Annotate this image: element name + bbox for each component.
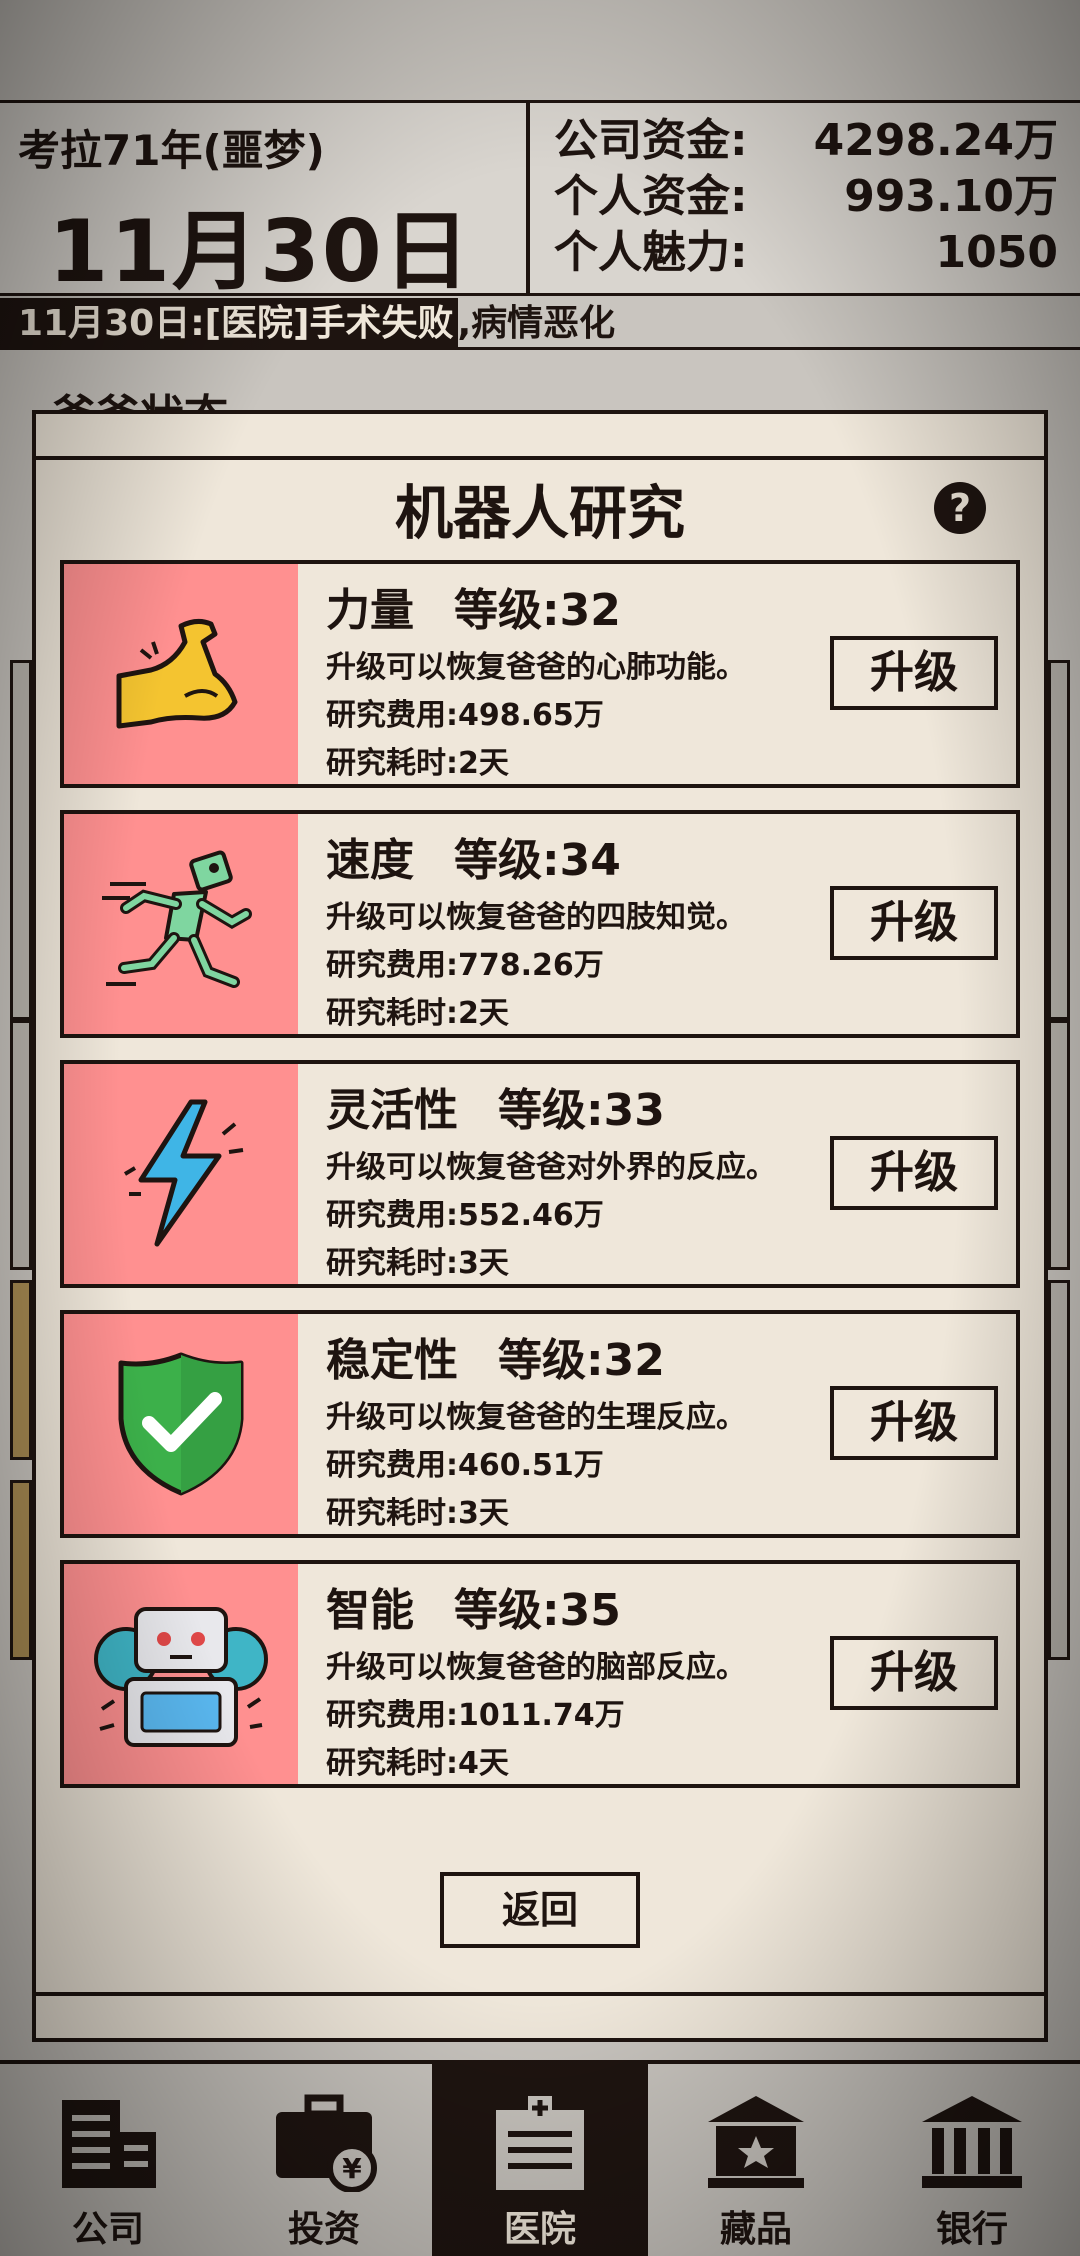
item-name: 稳定性 [326, 1335, 458, 1386]
personal-funds: 个人资金: 993.10万 [536, 169, 1066, 225]
hospital-icon [496, 2096, 584, 2190]
item-name: 灵活性 [326, 1085, 458, 1136]
item-level: 等级:33 [498, 1085, 665, 1136]
stat-label: 个人资金: [554, 171, 748, 222]
stat-value: 1050 [935, 227, 1058, 278]
news-highlight: 11月30日:[医院]手术失败 [0, 298, 458, 350]
item-level: 等级:32 [498, 1335, 665, 1386]
item-duration: 研究耗时:3天 [326, 1246, 509, 1281]
nav-label: 藏品 [719, 2209, 792, 2250]
dialog-title: 机器人研究 [394, 479, 685, 547]
research-item-speed: 速度 等级:34 升级可以恢复爸爸的四肢知觉。 研究费用:778.26万 研究耗时… [60, 810, 1020, 1038]
news-ticker: 11月30日:[医院]手术失败 ,病情恶化 [0, 298, 1080, 350]
bank-icon [922, 2096, 1022, 2188]
underlay-panel [10, 1280, 32, 1460]
nav-item-hospital[interactable]: 医院 [432, 2064, 648, 2256]
bottom-nav: 公司 ¥ 投资 医院 藏品 银行 [0, 2060, 1080, 2256]
shield-check-icon [118, 1352, 244, 1496]
upgrade-button[interactable]: 升级 [830, 1386, 998, 1460]
robot-gear-icon [94, 1607, 268, 1747]
research-item-agility: 灵活性 等级:33 升级可以恢复爸爸对外界的反应。 研究费用:552.46万 研究… [60, 1060, 1020, 1288]
upgrade-button[interactable]: 升级 [830, 1136, 998, 1210]
item-cost: 研究费用:552.46万 [326, 1198, 604, 1233]
underlay-panel [10, 1020, 32, 1270]
item-title: 稳定性 等级:32 [326, 1324, 665, 1388]
nav-label: 医院 [503, 2209, 576, 2250]
briefcase-yen-icon: ¥ [276, 2094, 377, 2192]
stat-label: 个人魅力: [554, 227, 748, 278]
underlay-panel [1048, 1280, 1070, 1660]
nav-label: 投资 [287, 2209, 360, 2250]
item-level: 等级:32 [454, 585, 621, 636]
company-building-icon [62, 2100, 156, 2188]
nav-item-bank[interactable]: 银行 [864, 2064, 1080, 2256]
item-icon-box [64, 564, 298, 784]
item-name: 智能 [326, 1585, 414, 1636]
upgrade-button[interactable]: 升级 [830, 886, 998, 960]
nav-item-invest[interactable]: ¥ 投资 [216, 2064, 432, 2256]
nav-item-company[interactable]: 公司 [0, 2064, 216, 2256]
item-icon-box [64, 1064, 298, 1284]
item-cost: 研究费用:498.65万 [326, 698, 604, 733]
research-item-intelligence: 智能 等级:35 升级可以恢复爸爸的脑部反应。 研究费用:1011.74万 研究耗… [60, 1560, 1020, 1788]
underlay-panel [10, 660, 32, 1020]
era-label: 考拉71年(噩梦) [18, 126, 325, 175]
item-icon-box [64, 1314, 298, 1534]
help-icon[interactable]: ? [934, 482, 986, 534]
item-level: 等级:35 [454, 1585, 621, 1636]
news-rest: ,病情恶化 [457, 303, 616, 344]
nav-item-collection[interactable]: 藏品 [648, 2064, 864, 2256]
current-date: 11月30日 [48, 202, 472, 302]
upgrade-button[interactable]: 升级 [830, 636, 998, 710]
personal-charm: 个人魅力: 1050 [536, 225, 1066, 281]
upgrade-button[interactable]: 升级 [830, 1636, 998, 1710]
underlay-panel [10, 1480, 32, 1660]
item-cost: 研究费用:460.51万 [326, 1448, 604, 1483]
lightning-icon [123, 1099, 244, 1247]
item-title: 灵活性 等级:33 [326, 1074, 665, 1138]
stat-label: 公司资金: [554, 115, 748, 166]
item-title: 速度 等级:34 [326, 824, 621, 888]
item-description: 升级可以恢复爸爸对外界的反应。 [326, 1150, 776, 1185]
item-cost: 研究费用:1011.74万 [326, 1698, 625, 1733]
item-name: 力量 [326, 585, 414, 636]
item-description: 升级可以恢复爸爸的脑部反应。 [326, 1650, 746, 1685]
item-title: 智能 等级:35 [326, 1574, 621, 1638]
item-duration: 研究耗时:2天 [326, 746, 509, 781]
item-icon-box [64, 814, 298, 1034]
stat-value: 993.10万 [844, 171, 1058, 222]
item-title: 力量 等级:32 [326, 574, 621, 638]
running-robot-icon [102, 850, 252, 988]
research-item-stability: 稳定性 等级:32 升级可以恢复爸爸的生理反应。 研究费用:460.51万 研究耗… [60, 1310, 1020, 1538]
nav-label: 公司 [71, 2209, 144, 2250]
nav-label: 银行 [935, 2209, 1008, 2250]
muscle-arm-icon [116, 618, 238, 729]
funds-panel: 公司资金: 4298.24万 个人资金: 993.10万 个人魅力: 1050 [536, 113, 1066, 281]
stat-value: 4298.24万 [813, 115, 1058, 166]
item-description: 升级可以恢复爸爸的四肢知觉。 [326, 900, 746, 935]
item-description: 升级可以恢复爸爸的心肺功能。 [326, 650, 746, 685]
item-level: 等级:34 [454, 835, 621, 886]
date-panel: 考拉71年(噩梦) 11月30日 [0, 103, 530, 302]
svg-text:¥: ¥ [342, 2152, 362, 2185]
research-item-strength: 力量 等级:32 升级可以恢复爸爸的心肺功能。 研究费用:498.65万 研究耗时… [60, 560, 1020, 788]
back-button[interactable]: 返回 [440, 1872, 640, 1948]
status-header: 考拉71年(噩梦) 11月30日 公司资金: 4298.24万 个人资金: 99… [0, 100, 1080, 302]
company-funds: 公司资金: 4298.24万 [536, 113, 1066, 169]
item-duration: 研究耗时:4天 [326, 1746, 509, 1781]
item-duration: 研究耗时:2天 [326, 996, 509, 1031]
museum-star-icon [708, 2096, 804, 2188]
item-duration: 研究耗时:3天 [326, 1496, 509, 1531]
item-description: 升级可以恢复爸爸的生理反应。 [326, 1400, 746, 1435]
item-cost: 研究费用:778.26万 [326, 948, 604, 983]
item-name: 速度 [326, 835, 414, 886]
item-icon-box [64, 1564, 298, 1784]
underlay-panel [1048, 1020, 1070, 1270]
underlay-panel [1048, 660, 1070, 1020]
